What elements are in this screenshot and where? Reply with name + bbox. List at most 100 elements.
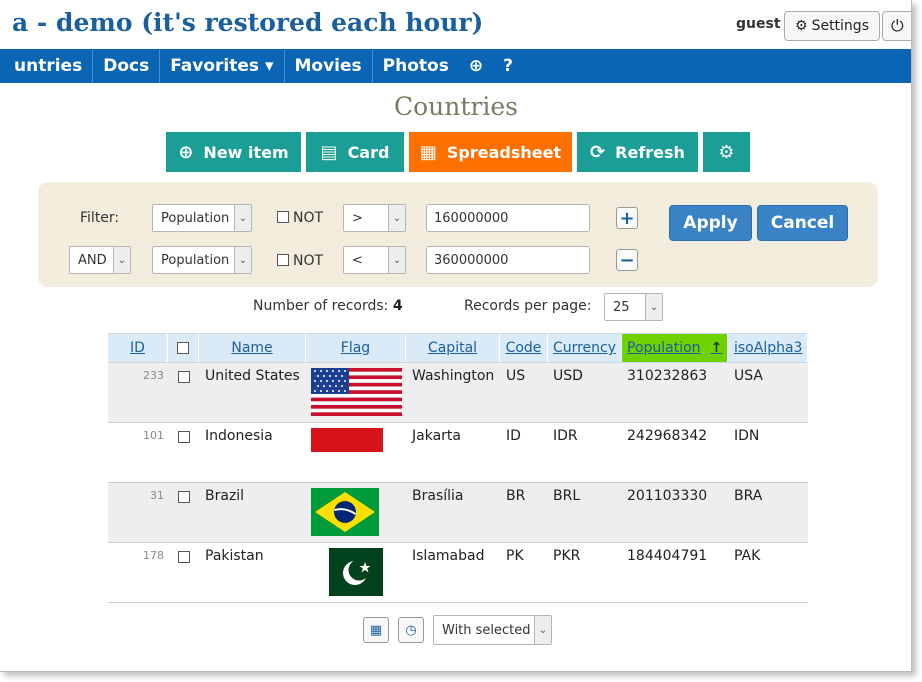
not-label: NOT (293, 253, 324, 269)
remove-condition-button[interactable]: − (616, 249, 638, 271)
calculator-icon: ▦ (369, 622, 383, 638)
flag-usa (311, 368, 402, 416)
row-currency: PKR (553, 548, 581, 564)
row-checkbox[interactable] (178, 551, 190, 563)
add-condition-button[interactable]: + (616, 207, 638, 229)
card-button[interactable]: ▤ Card (306, 132, 404, 172)
flag-brazil (311, 488, 379, 536)
row-checkbox[interactable] (178, 491, 190, 503)
table-row[interactable]: 178 Pakistan Islamabad PK PKR 184404791 … (108, 543, 808, 603)
chevron-down-icon: ⌄ (388, 247, 405, 273)
nav-item-favorites[interactable]: Favorites ▾ (160, 49, 285, 83)
row-population: 184404791 (627, 548, 708, 564)
column-code[interactable]: Code (500, 334, 548, 362)
operator-select-1[interactable]: > ⌄ (343, 204, 406, 232)
gear-icon: ⚙ (718, 141, 735, 163)
filter-value-input-1[interactable]: 160000000 (426, 204, 590, 232)
power-icon: ⏻ (891, 16, 904, 35)
clock-button[interactable]: ◷ (398, 617, 424, 643)
new-item-button[interactable]: ⊕ New item (166, 132, 301, 172)
row-name: United States (205, 368, 300, 384)
nav-help-icon[interactable]: ? (493, 49, 523, 83)
flag-pakistan (329, 548, 383, 596)
not-checkbox-2[interactable] (277, 254, 289, 266)
nav-item-countries[interactable]: untries (0, 49, 94, 83)
calculator-button[interactable]: ▦ (363, 617, 389, 643)
nav-item-photos[interactable]: Photos (373, 49, 459, 83)
records-per-page-select[interactable]: 25 ⌄ (604, 293, 663, 321)
not-label: NOT (293, 210, 324, 226)
table-row[interactable]: 31 Brazil Brasília BR BRL 201103330 BRA (108, 483, 808, 543)
filter-value-input-2[interactable]: 360000000 (426, 246, 590, 274)
column-capital[interactable]: Capital (406, 334, 500, 362)
row-id: 31 (150, 489, 164, 502)
column-currency[interactable]: Currency (548, 334, 622, 362)
row-id: 233 (143, 369, 164, 382)
operator-value: < (352, 252, 363, 268)
chevron-down-icon: ⌄ (388, 205, 405, 231)
filter-field-value: Population (161, 252, 230, 268)
nav-item-docs[interactable]: Docs (93, 49, 161, 83)
record-count-value: 4 (392, 298, 403, 314)
filter-field-select-2[interactable]: Population ⌄ (152, 246, 252, 274)
refresh-button[interactable]: ⟳ Refresh (577, 132, 698, 172)
chevron-down-icon: ⌄ (534, 616, 551, 644)
operator-select-2[interactable]: < ⌄ (343, 246, 406, 274)
filter-label: Filter: (80, 210, 120, 226)
card-label: Card (347, 142, 390, 162)
records-per-page-value: 25 (613, 299, 630, 315)
column-name[interactable]: Name (199, 334, 306, 362)
with-selected-select[interactable]: With selected ⌄ (433, 615, 552, 645)
row-checkbox[interactable] (178, 371, 190, 383)
main-nav: untries Docs Favorites ▾ Movies Photos ⊕… (0, 49, 911, 83)
filter-field-select-1[interactable]: Population ⌄ (152, 204, 252, 232)
column-id[interactable]: ID (108, 334, 168, 362)
table-row[interactable]: 233 United States Washington US USD 3102… (108, 363, 808, 423)
row-code: PK (506, 548, 524, 564)
clock-icon: ◷ (405, 622, 417, 638)
flag-indonesia (311, 428, 383, 452)
nav-add-icon[interactable]: ⊕ (459, 49, 493, 83)
column-population[interactable]: Population ↑ (622, 334, 728, 362)
filter-field-value: Population (161, 210, 230, 226)
row-checkbox[interactable] (178, 431, 190, 443)
table-row[interactable]: 101 Indonesia Jakarta ID IDR 242968342 I… (108, 423, 808, 483)
new-item-label: New item (203, 142, 289, 162)
chevron-down-icon: ⌄ (645, 294, 662, 320)
records-per-page-label: Records per page: (464, 298, 592, 314)
not-checkbox-1[interactable] (277, 211, 289, 223)
row-iso: USA (734, 368, 763, 384)
settings-button[interactable]: ⚙ Settings (784, 11, 880, 41)
apply-button[interactable]: Apply (669, 205, 752, 241)
spreadsheet-button[interactable]: ▦ Spreadsheet (409, 132, 572, 172)
table-icon: ▦ (419, 141, 437, 163)
row-population: 242968342 (627, 428, 708, 444)
record-count: Number of records: 4 (253, 298, 403, 314)
column-isoalpha3[interactable]: isoAlpha3 (728, 334, 808, 362)
chevron-down-icon: ⌄ (113, 247, 130, 273)
row-iso: IDN (734, 428, 760, 444)
select-all-checkbox[interactable] (177, 342, 189, 354)
nav-item-movies[interactable]: Movies (285, 49, 373, 83)
site-title[interactable]: a - demo (it's restored each hour) (12, 8, 483, 37)
spreadsheet-label: Spreadsheet (446, 142, 562, 162)
conjunction-select[interactable]: AND ⌄ (69, 246, 131, 274)
toolbar-settings-button[interactable]: ⚙ (703, 132, 750, 172)
row-capital: Islamabad (412, 548, 485, 564)
row-currency: USD (553, 368, 583, 384)
with-selected-label: With selected (442, 622, 531, 638)
row-capital: Washington (412, 368, 495, 384)
cancel-button[interactable]: Cancel (757, 205, 848, 241)
row-currency: IDR (553, 428, 578, 444)
card-icon: ▤ (320, 141, 338, 163)
column-flag[interactable]: Flag (306, 334, 406, 362)
refresh-icon: ⟳ (590, 141, 606, 163)
sort-asc-icon: ↑ (710, 340, 723, 356)
plus-circle-icon: ⊕ (178, 141, 194, 163)
logout-button[interactable]: ⏻ (882, 11, 911, 41)
username: guest (736, 16, 781, 32)
row-currency: BRL (553, 488, 581, 504)
refresh-label: Refresh (615, 142, 685, 162)
row-code: BR (506, 488, 526, 504)
row-name: Indonesia (205, 428, 273, 444)
